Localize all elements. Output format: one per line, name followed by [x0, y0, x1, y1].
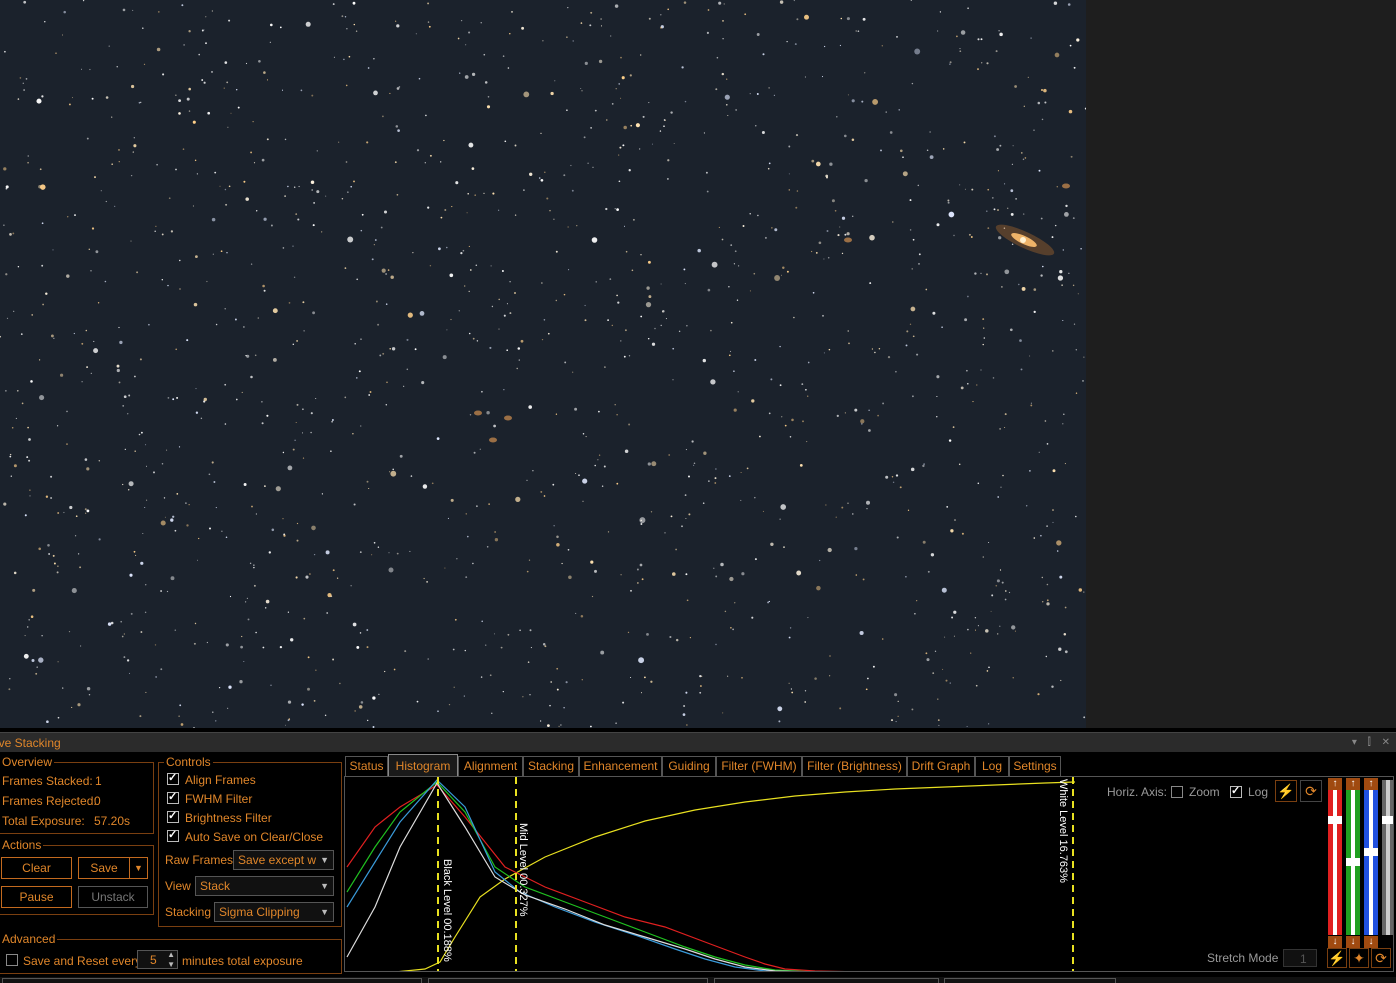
tab-settings[interactable]: Settings: [1009, 756, 1061, 776]
view-label: View: [165, 879, 191, 893]
mid-level-label: Mid Level 00.327%: [517, 823, 529, 917]
histogram-green-line: [346, 781, 808, 971]
zoom-checkbox[interactable]: [1171, 786, 1183, 798]
red-arrow-up-icon[interactable]: ↑: [1328, 778, 1342, 790]
stretch-curve: [398, 781, 1076, 971]
blue-slider[interactable]: [1364, 790, 1378, 935]
align-frames-checkbox[interactable]: [167, 771, 179, 785]
overview-title: Overview: [0, 755, 55, 769]
clear-button[interactable]: Clear: [1, 857, 72, 879]
save-and-reset-checkbox[interactable]: [6, 954, 18, 966]
frames-stacked-value: 1: [95, 774, 102, 788]
reset-icon[interactable]: ⟳: [1300, 780, 1322, 802]
galaxy: [995, 224, 1055, 256]
tab-filter-brightness[interactable]: Filter (Brightness): [802, 756, 907, 776]
raw-frames-value: Save except w: [238, 853, 317, 867]
pause-button[interactable]: Pause: [1, 886, 72, 908]
star-field-image: [0, 0, 1086, 728]
horiz-axis-label: Horiz. Axis:: [1107, 785, 1168, 799]
green-arrow-up-icon[interactable]: ↑: [1346, 778, 1360, 790]
chevron-down-icon: ▼: [320, 907, 329, 917]
tab-histogram[interactable]: Histogram: [388, 754, 458, 776]
tab-log[interactable]: Log: [975, 756, 1009, 776]
stretch-mode-value: 1: [1300, 952, 1307, 966]
star-icon[interactable]: ✦: [1349, 948, 1369, 968]
black-level-label: Black Level 00.188%: [441, 859, 453, 962]
brightness-filter-label: Brightness Filter: [185, 811, 272, 825]
stacking-value: Sigma Clipping: [219, 905, 300, 919]
luminance-slider[interactable]: [1382, 780, 1393, 935]
save-dropdown-button[interactable]: ▼: [129, 857, 148, 879]
view-select[interactable]: Stack ▼: [195, 876, 334, 896]
tab-alignment[interactable]: Alignment: [458, 756, 523, 776]
minutes-stepper[interactable]: 5 ▲ ▼: [137, 950, 178, 969]
brightness-filter-checkbox[interactable]: [167, 809, 179, 823]
panel-window-controls[interactable]: ▾ ⫿ ✕: [1352, 733, 1394, 753]
stacking-select[interactable]: Sigma Clipping ▼: [214, 902, 334, 922]
auto-save-label: Auto Save on Clear/Close: [185, 830, 324, 844]
total-exposure-label: Total Exposure:: [2, 814, 85, 828]
raw-frames-label: Raw Frames: [165, 853, 234, 867]
live-stacking-panel: Overview Frames Stacked: 1 Frames Reject…: [0, 752, 1396, 983]
total-exposure-value: 57.20s: [94, 814, 131, 828]
spin-down-icon[interactable]: ▼: [167, 956, 175, 968]
tab-status[interactable]: Status: [345, 756, 388, 776]
blue-arrow-down-icon[interactable]: ↓: [1364, 936, 1378, 948]
align-frames-label: Align Frames: [185, 773, 256, 787]
frames-stacked-label: Frames Stacked:: [2, 774, 93, 788]
tab-stacking[interactable]: Stacking: [523, 756, 579, 776]
minutes-suffix-label: minutes total exposure: [182, 954, 303, 968]
stretch-reset-icon[interactable]: ⟳: [1371, 948, 1391, 968]
log-label: Log: [1248, 785, 1269, 799]
stretch-mode-select[interactable]: 1: [1283, 949, 1317, 967]
raw-frames-select[interactable]: Save except w ▼: [233, 850, 334, 870]
bottom-status-strip: [0, 977, 1396, 983]
chevron-down-icon: ▼: [320, 855, 329, 865]
controls-title: Controls: [164, 755, 213, 769]
stacking-label: Stacking: [165, 905, 212, 919]
save-and-reset-label: Save and Reset every: [23, 954, 142, 968]
histogram-chart[interactable]: [345, 777, 1394, 972]
histogram-panel[interactable]: Black Level 00.188% Mid Level 00.327% Wh…: [344, 776, 1394, 972]
minutes-value: 5: [150, 953, 157, 967]
tab-enhancement[interactable]: Enhancement: [579, 756, 662, 776]
save-button[interactable]: Save: [78, 857, 130, 879]
white-level-label: White Level 16.763%: [1057, 779, 1069, 883]
auto-save-checkbox[interactable]: [167, 828, 179, 842]
panel-title: ive Stacking: [0, 736, 61, 750]
red-arrow-down-icon[interactable]: ↓: [1328, 936, 1342, 948]
empty-side-area: [1086, 0, 1396, 728]
stretch-auto-icon[interactable]: ⚡: [1327, 948, 1347, 968]
zoom-label: Zoom: [1189, 785, 1220, 799]
tab-filter-fwhm[interactable]: Filter (FWHM): [716, 756, 802, 776]
tab-drift-graph[interactable]: Drift Graph: [907, 756, 975, 776]
stretch-mode-label: Stretch Mode: [1207, 951, 1279, 965]
advanced-title: Advanced: [0, 932, 58, 946]
view-value: Stack: [200, 879, 231, 893]
red-slider[interactable]: [1328, 790, 1342, 935]
unstack-button[interactable]: Unstack: [78, 886, 148, 908]
green-slider[interactable]: [1346, 790, 1360, 935]
auto-stretch-icon[interactable]: ⚡: [1275, 780, 1297, 802]
live-stacking-panel-title-bar[interactable]: ive Stacking ▾ ⫿ ✕: [0, 732, 1396, 752]
chevron-down-icon: ▼: [320, 881, 329, 891]
log-checkbox[interactable]: [1230, 784, 1242, 798]
histogram-blue-line: [346, 779, 790, 971]
stacked-image-viewer[interactable]: [0, 0, 1086, 728]
chevron-down-icon: ▼: [134, 863, 143, 873]
fwhm-filter-label: FWHM Filter: [185, 792, 253, 806]
blue-arrow-up-icon[interactable]: ↑: [1364, 778, 1378, 790]
channel-sliders: ↑ ↓ ↑ ↓ ↑ ↓: [1326, 778, 1393, 948]
fwhm-filter-checkbox[interactable]: [167, 790, 179, 804]
actions-title: Actions: [0, 838, 44, 852]
frames-rejected-label: Frames Rejected:: [2, 794, 97, 808]
green-arrow-down-icon[interactable]: ↓: [1346, 936, 1360, 948]
frames-rejected-value: 0: [94, 794, 101, 808]
tab-guiding[interactable]: Guiding: [662, 756, 716, 776]
